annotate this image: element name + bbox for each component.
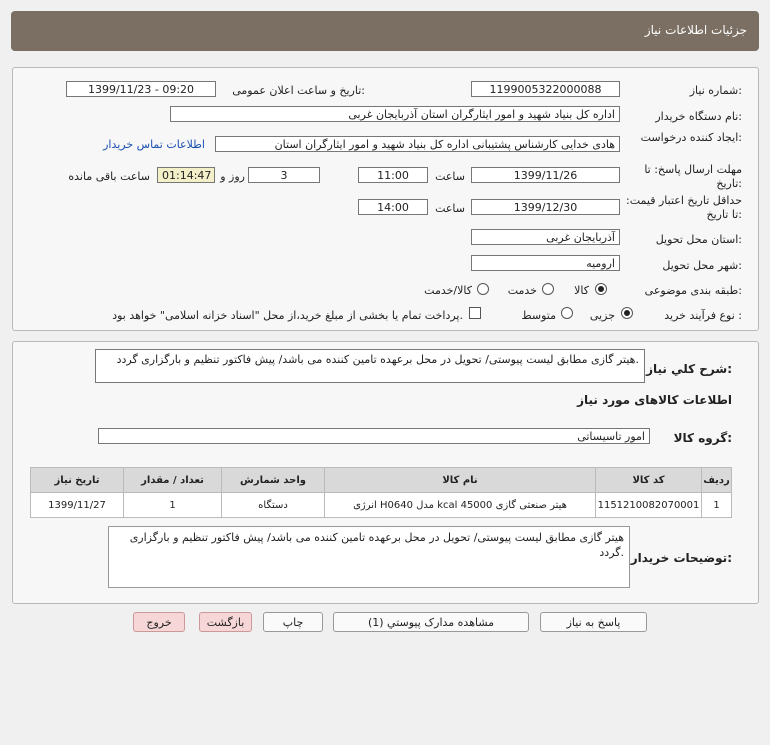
deadline-label: مهلت ارسال پاسخ: تا تاریخ: [644,163,742,190]
remaining-time-field: 01:14:47 [157,167,215,183]
validity-time-label: ساعت [435,202,465,215]
announce-field: 1399/11/23 - 09:20 [66,81,216,97]
days-field: 3 [248,167,320,183]
validity-time-field: 14:00 [358,199,428,215]
category-service-radio[interactable] [542,283,554,295]
description-field: هیتر گازی مطابق لیست پیوستی/ تحویل در مح… [95,349,645,383]
goods-section-title: اطلاعات کالاهای مورد نیاز [577,393,732,407]
validity-date-field: 1399/12/30 [471,199,620,215]
page-title: جزئیات اطلاعات نیاز [644,23,747,37]
treasury-payment-checkbox[interactable] [469,307,481,319]
buyer-notes-label: توضیحات خریدار: [630,551,732,565]
buyer-field: اداره کل بنیاد شهید و امور ایثارگران است… [170,106,620,122]
need-number-field: 1199005322000088 [471,81,620,97]
treasury-payment-note: پرداخت تمام یا بخشی از مبلغ خرید،از محل … [112,309,463,322]
col-unit: واحد شمارش [221,467,325,493]
city-field: ارومیه [471,255,620,271]
cell-unit: دستگاه [221,492,325,518]
col-name: نام کالا [324,467,596,493]
print-button[interactable]: چاپ [263,612,323,632]
col-row: ردیف [701,467,732,493]
col-code: کد کالا [595,467,702,493]
page-header: جزئیات اطلاعات نیاز [11,11,759,51]
attachments-button[interactable]: مشاهده مدارک پیوستي (1) [333,612,529,632]
table-row: 1 1151210082070001 هیتر صنعتی گازی kcal … [30,492,732,518]
cell-row: 1 [701,492,732,518]
announce-label: تاریخ و ساعت اعلان عمومی: [232,84,365,97]
purchase-partial-label: جزیی [589,309,615,322]
purchase-partial-radio[interactable] [621,307,633,319]
cell-date: 1399/11/27 [30,492,124,518]
validity-label: حداقل تاریخ اعتبار قیمت: تا تاریخ: [626,194,742,221]
cell-qty: 1 [123,492,222,518]
goods-table: ردیف کد کالا نام کالا واحد شمارش تعداد /… [30,467,732,518]
description-label: شرح کلي نياز: [646,362,732,376]
back-button[interactable]: بازگشت [199,612,252,632]
purchase-medium-radio[interactable] [561,307,573,319]
purchase-medium-label: متوسط [521,309,556,322]
purchase-type-label: نوع فرآیند خرید : [664,309,742,322]
category-goods-service-label: کالا/خدمت [424,284,472,297]
category-goods-radio[interactable] [595,283,607,295]
goods-table-header: ردیف کد کالا نام کالا واحد شمارش تعداد /… [30,467,732,493]
reply-button[interactable]: پاسخ به نیاز [540,612,647,632]
buyer-notes-field: هیتر گازی مطابق لیست پیوستی/ تحویل در مح… [108,526,630,588]
category-goods-service-radio[interactable] [477,283,489,295]
goods-group-label: گروه کالا: [673,431,732,445]
deadline-date-field: 1399/11/26 [471,167,620,183]
goods-group-field: امور تاسیساتی [98,428,650,444]
cell-code: 1151210082070001 [595,492,702,518]
category-service-label: خدمت [507,284,537,297]
cell-name: هیتر صنعتی گازی kcal 45000 مدل H0640 انر… [324,492,596,518]
category-goods-label: کالا [574,284,589,297]
contact-buyer-link[interactable]: اطلاعات تماس خریدار [103,138,205,151]
creator-label: ایجاد کننده درخواست: [640,131,742,144]
deadline-time-field: 11:00 [358,167,428,183]
exit-button[interactable]: خروج [133,612,185,632]
category-label: طبقه بندی موضوعی: [644,284,742,297]
city-label: شهر محل تحویل: [662,259,742,272]
col-date: تاریخ نیاز [30,467,124,493]
province-field: آذربایجان غربی [471,229,620,245]
deadline-time-label: ساعت [435,170,465,183]
col-qty: تعداد / مقدار [123,467,222,493]
buyer-label: نام دستگاه خریدار: [655,110,742,123]
remaining-label: ساعت باقی مانده [68,170,150,183]
days-label: روز و [220,170,245,183]
need-number-label: شماره نیاز: [689,84,742,97]
creator-field: هادی خدایی کارشناس پشتیبانی اداره کل بنی… [215,136,620,152]
province-label: استان محل تحویل: [655,233,742,246]
